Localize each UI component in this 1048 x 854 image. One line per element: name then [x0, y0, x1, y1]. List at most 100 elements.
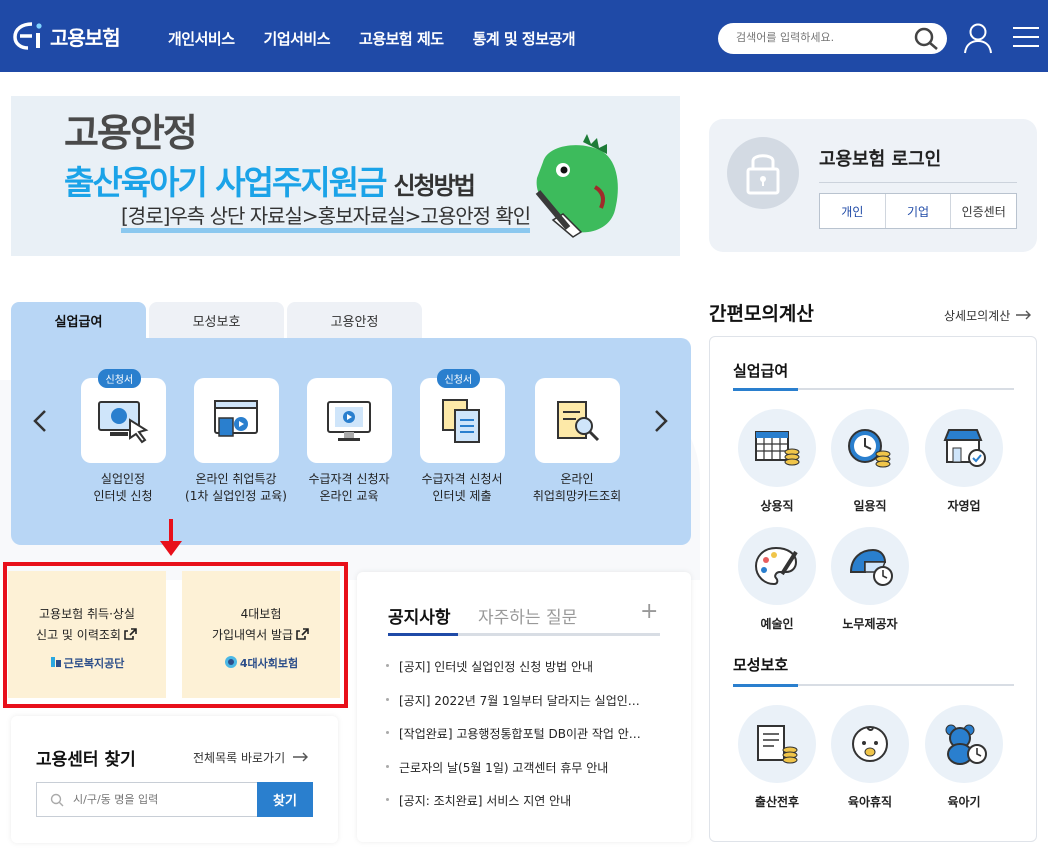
calc-item-label: 예술인 — [760, 617, 794, 631]
search-input[interactable] — [736, 31, 906, 44]
user-icon[interactable] — [963, 22, 993, 54]
service-item[interactable]: 신청서 수급자격 신청서 인터넷 제출 — [402, 369, 522, 505]
clock-coins-icon — [831, 409, 909, 487]
login-panel: 고용보험 로그인 개인 기업 인증센터 — [709, 119, 1037, 252]
site-logo[interactable]: 고용보험 — [12, 20, 121, 52]
find-button[interactable]: 찾기 — [257, 782, 313, 817]
notice-item[interactable]: [공지: 조치완료] 서비스 지연 안내 — [386, 792, 666, 826]
notice-list: [공지] 인터넷 실업인정 신청 방법 안내 [공지] 2022년 7월 1일부… — [386, 658, 666, 826]
calc-item-label: 육아휴직 — [847, 795, 893, 809]
arrow-right-icon — [292, 752, 308, 762]
nav-personal[interactable]: 개인서비스 — [168, 28, 235, 49]
document-submit-icon — [442, 398, 480, 443]
banner-subtitle-suffix: 신청방법 — [393, 172, 475, 200]
online-video-icon — [214, 399, 258, 437]
more-plus-icon[interactable]: + — [640, 599, 658, 624]
calc-item-self-employed[interactable]: 자영업 — [924, 409, 1004, 514]
detail-calc-link[interactable]: 상세모의계산 — [944, 307, 1032, 324]
tab-maternity[interactable]: 모성보호 — [149, 302, 284, 338]
computer-click-icon — [98, 400, 149, 443]
banner-subtitle: 출산육아기 사업주지원금 신청방법 — [64, 156, 476, 204]
main-banner[interactable]: 고용안정 출산육아기 사업주지원금 신청방법 [경로]우측 상단 자료실>홍보자료… — [11, 96, 680, 256]
service-icon-box — [193, 378, 279, 463]
tab-employment-stability[interactable]: 고용안정 — [287, 302, 422, 338]
tab-faq[interactable]: 자주하는 질문 — [478, 603, 577, 628]
quick-calc-title: 간편모의계산 — [709, 303, 814, 325]
calc-item-label: 일용직 — [853, 499, 887, 513]
next-arrow-icon[interactable] — [652, 408, 670, 434]
tab-unemployment[interactable]: 실업급여 — [11, 302, 146, 338]
service-label: 실업인정 인터넷 신청 — [93, 472, 153, 503]
service-icon-box — [306, 378, 392, 463]
center-search-field — [36, 782, 258, 817]
calc-item-parental-leave[interactable]: 육아휴직 — [830, 705, 910, 810]
tab-notice[interactable]: 공지사항 — [388, 603, 451, 628]
red-down-arrow-icon — [160, 519, 182, 556]
service-item[interactable]: 수급자격 신청자 온라인 교육 — [289, 378, 409, 505]
center-search-input[interactable] — [73, 793, 243, 806]
quick-calc-panel: 실업급여 상용직 일용직 자영업 예술인 노무제공자 모성보호 출산전후 육아휴… — [709, 336, 1037, 842]
nav-statistics[interactable]: 통계 및 정보공개 — [473, 28, 576, 49]
section-unemployment-title: 실업급여 — [733, 362, 789, 380]
main-nav: 개인서비스 기업서비스 고용보험 제도 통계 및 정보공개 — [168, 28, 604, 49]
center-title: 고용센터 찾기 — [36, 750, 136, 770]
service-icon-box: 신청서 — [419, 369, 505, 463]
top-header: 고용보험 개인서비스 기업서비스 고용보험 제도 통계 및 정보공개 — [0, 0, 1048, 72]
banner-subtitle-main: 출산육아기 사업주지원금 — [64, 163, 387, 202]
service-item[interactable]: 온라인 취업특강 (1차 실업인정 교육) — [176, 378, 296, 505]
service-label: 온라인 취업특강 (1차 실업인정 교육) — [185, 472, 287, 503]
baby-face-icon — [831, 705, 909, 783]
highlight-box — [3, 562, 348, 708]
section-divider-active — [733, 684, 798, 687]
login-button-group: 개인 기업 인증센터 — [819, 193, 1017, 229]
notice-item[interactable]: 근로자의 날(5월 1일) 고객센터 휴무 안내 — [386, 759, 666, 793]
helmet-clock-icon — [831, 527, 909, 605]
calc-item-childcare[interactable]: 육아기 — [924, 705, 1004, 810]
calc-item-artist[interactable]: 예술인 — [737, 527, 817, 632]
login-business-button[interactable]: 기업 — [886, 194, 952, 228]
banner-title: 고용안정 — [64, 111, 198, 155]
tab-underline-active — [388, 633, 458, 636]
certificate-center-button[interactable]: 인증센터 — [951, 194, 1016, 228]
employment-center-finder: 고용센터 찾기 전체목록 바로가기 찾기 — [11, 716, 338, 843]
service-label: 온라인 취업희망카드조회 — [532, 472, 622, 503]
login-personal-button[interactable]: 개인 — [820, 194, 886, 228]
calc-item-label: 상용직 — [760, 499, 794, 513]
service-item[interactable]: 온라인 취업희망카드조회 — [517, 378, 637, 505]
hamburger-menu-icon[interactable] — [1013, 26, 1039, 48]
login-title: 고용보험 로그인 — [819, 149, 942, 170]
view-all-link-text: 전체목록 바로가기 — [193, 751, 286, 765]
calc-item-label: 노무제공자 — [842, 617, 898, 631]
calc-item-label: 출산전후 — [754, 795, 800, 809]
store-icon — [925, 409, 1003, 487]
calc-item-regular[interactable]: 상용직 — [737, 409, 817, 514]
arrow-right-icon — [1016, 310, 1032, 320]
application-badge: 신청서 — [436, 369, 481, 388]
logo-mark-icon — [13, 22, 42, 50]
dinosaur-mascot-icon — [535, 134, 618, 238]
service-panel: 신청서 실업인정 인터넷 신청 온라인 취업특강 (1차 실업인정 교육) 수급… — [11, 338, 691, 545]
view-all-link[interactable]: 전체목록 바로가기 — [193, 749, 309, 766]
banner-path: [경로]우측 상단 자료실>홍보자료실>고용안정 확인 — [121, 204, 531, 233]
calc-item-maternity-leave[interactable]: 출산전후 — [737, 705, 817, 810]
monitor-play-icon — [327, 400, 371, 441]
prev-arrow-icon[interactable] — [31, 408, 49, 434]
notice-item[interactable]: [작업완료] 고용행정통합포털 DB이관 작업 안… — [386, 725, 666, 759]
calc-item-label: 자영업 — [947, 499, 981, 513]
calc-item-label: 육아기 — [947, 795, 981, 809]
search-box — [718, 23, 947, 54]
service-icon-box: 신청서 — [80, 369, 166, 463]
section-divider-active — [733, 388, 798, 391]
notice-item[interactable]: [공지] 인터넷 실업인정 신청 방법 안내 — [386, 658, 666, 692]
service-label: 수급자격 신청자 온라인 교육 — [308, 472, 390, 503]
notice-item[interactable]: [공지] 2022년 7월 1일부터 달라지는 실업인… — [386, 692, 666, 726]
service-tabs: 실업급여 모성보호 고용안정 — [11, 302, 425, 338]
calc-item-labor-provider[interactable]: 노무제공자 — [830, 527, 910, 632]
service-item[interactable]: 신청서 실업인정 인터넷 신청 — [63, 369, 183, 505]
service-label: 수급자격 신청서 인터넷 제출 — [421, 472, 503, 503]
nav-system[interactable]: 고용보험 제도 — [359, 28, 444, 49]
search-icon[interactable] — [913, 27, 939, 51]
calc-item-daily[interactable]: 일용직 — [830, 409, 910, 514]
nav-business[interactable]: 기업서비스 — [264, 28, 331, 49]
application-badge: 신청서 — [97, 369, 142, 388]
